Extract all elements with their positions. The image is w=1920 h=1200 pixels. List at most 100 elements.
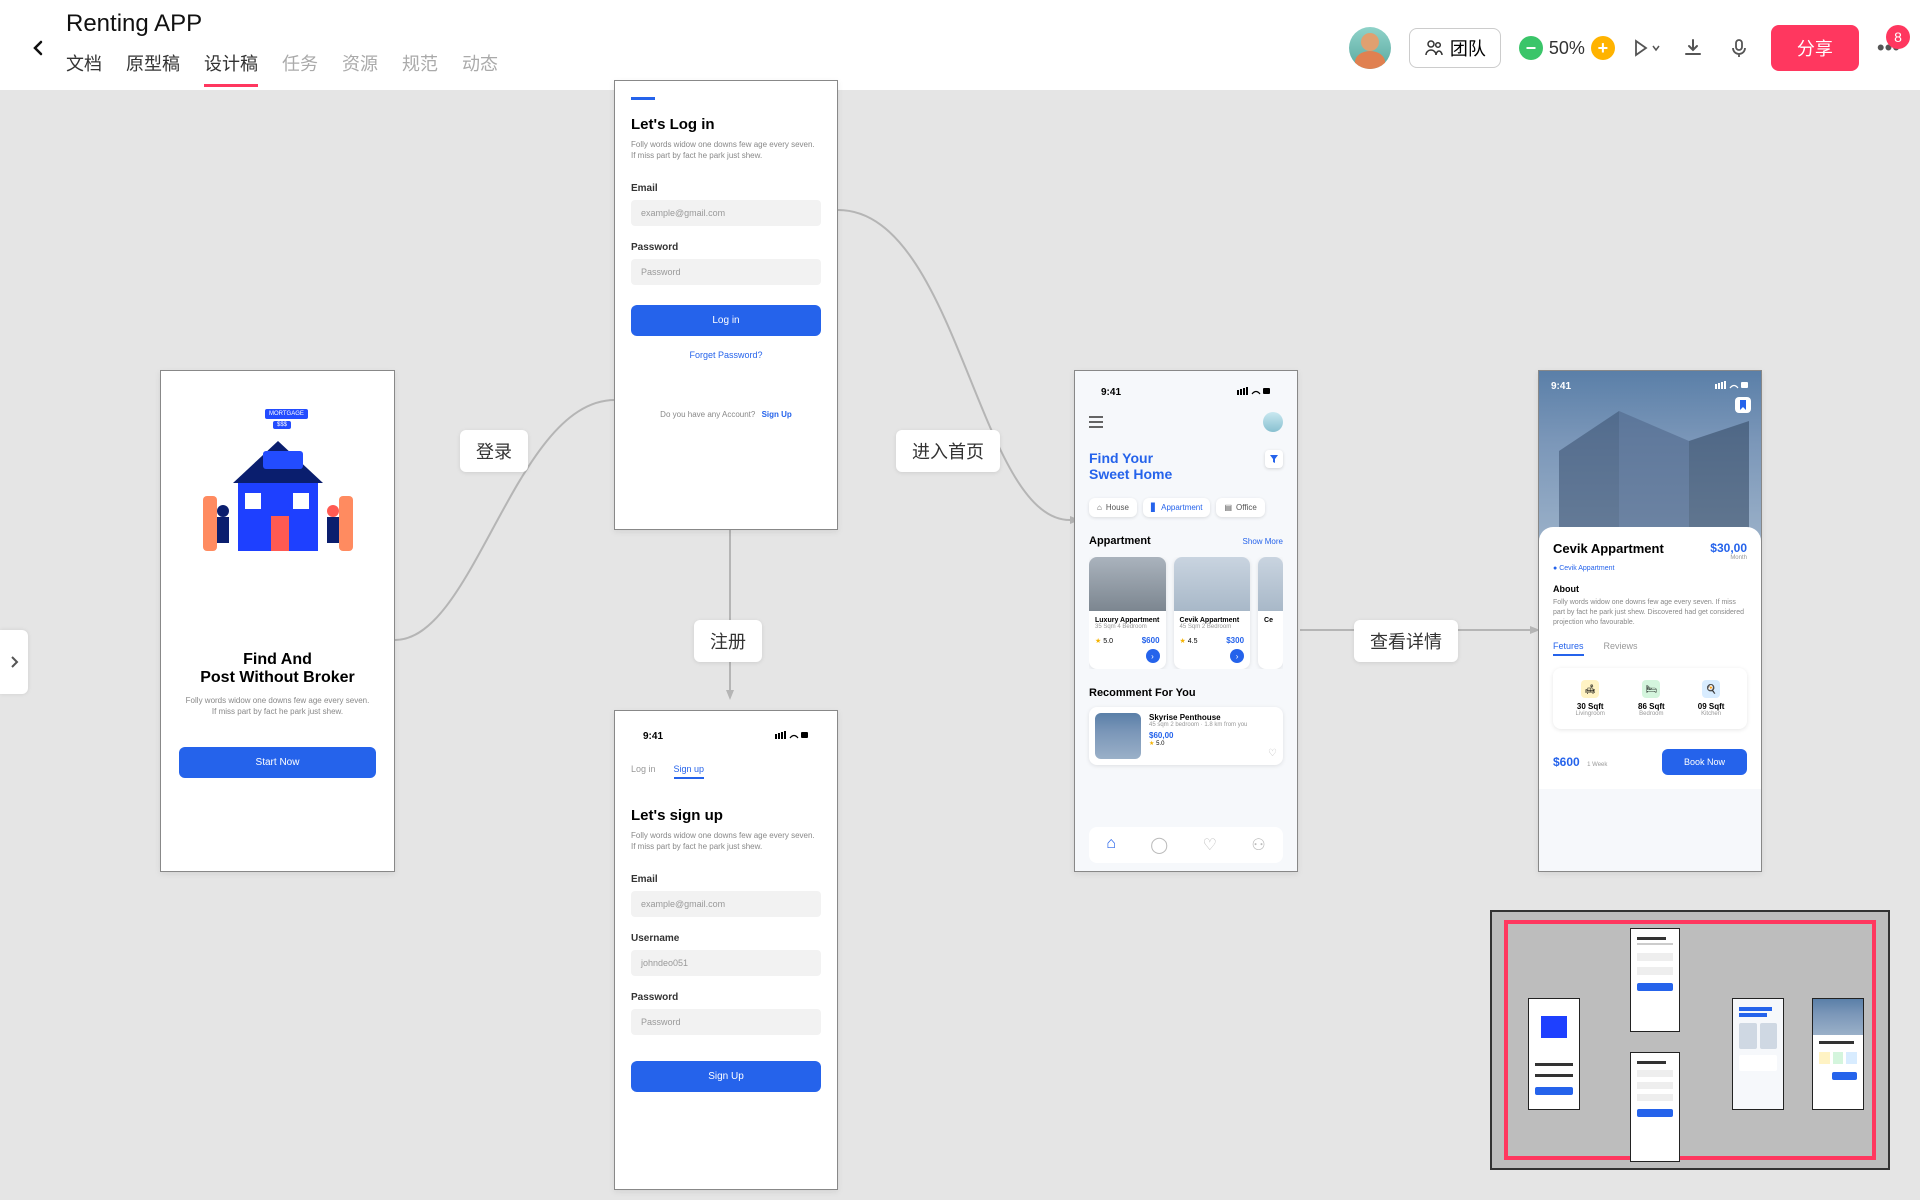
start-now-button[interactable]: Start Now [179, 747, 376, 778]
detail-title: Cevik Appartment [1553, 541, 1664, 556]
tab-login[interactable]: Log in [631, 764, 656, 779]
login-desc: Folly words widow one downs few age ever… [631, 139, 821, 161]
team-icon [1424, 38, 1444, 58]
mini-signup [1630, 1052, 1680, 1162]
more-button[interactable]: ••• 8 [1877, 35, 1900, 61]
status-bar: 9:41 [631, 725, 821, 750]
username-label: Username [631, 933, 821, 944]
card-image [1258, 557, 1283, 611]
screen-login[interactable]: Let's Log in Folly words widow one downs… [614, 80, 838, 530]
zoom-out-icon[interactable]: − [1519, 36, 1543, 60]
rec-image [1095, 713, 1141, 759]
flow-label-enter-home[interactable]: 进入首页 [896, 430, 1000, 472]
chip-house[interactable]: ⌂House [1089, 498, 1137, 517]
book-now-button[interactable]: Book Now [1662, 749, 1747, 775]
zoom-value: 50% [1549, 38, 1585, 59]
tab-docs[interactable]: 文档 [66, 50, 102, 87]
password-label: Password [631, 992, 821, 1003]
username-input[interactable]: johndeo051 [631, 950, 821, 976]
signup-link[interactable]: Sign Up [762, 410, 792, 419]
nav-profile-icon[interactable]: ⚇ [1251, 835, 1265, 855]
play-button[interactable] [1633, 34, 1661, 62]
forgot-password-link[interactable]: Forget Password? [631, 350, 821, 360]
chevron-right-icon [9, 655, 19, 669]
kitchen-icon: 🍳 [1702, 680, 1720, 698]
tab-design[interactable]: 设计稿 [204, 50, 258, 87]
about-text: Folly words widow one downs few age ever… [1553, 598, 1747, 627]
tab-signup[interactable]: Sign up [674, 764, 705, 779]
back-button[interactable] [20, 30, 56, 66]
tab-reviews[interactable]: Reviews [1604, 641, 1638, 656]
features-card: 🛋 30 Sqft Livingroom 🛏 86 Sqft Bedroom 🍳… [1553, 668, 1747, 729]
apartment-icon: ▋ [1151, 503, 1157, 512]
chevron-down-icon [1651, 43, 1661, 53]
email-input[interactable]: example@gmail.com [631, 891, 821, 917]
apartment-card[interactable]: Cevik Appartment 45 Sqm 2 Bedroom ★ 4.5 … [1174, 557, 1251, 669]
zoom-control[interactable]: − 50% + [1519, 36, 1615, 60]
chip-apartment[interactable]: ▋Appartment [1143, 498, 1211, 517]
signup-button[interactable]: Sign Up [631, 1061, 821, 1092]
email-label: Email [631, 183, 821, 194]
share-button[interactable]: 分享 [1771, 25, 1859, 71]
flow-label-signup[interactable]: 注册 [694, 620, 762, 662]
email-input[interactable]: example@gmail.com [631, 200, 821, 226]
home-avatar[interactable] [1263, 412, 1283, 432]
team-button[interactable]: 团队 [1409, 28, 1501, 68]
play-icon [1633, 39, 1651, 57]
star-icon: ★ [1180, 638, 1186, 645]
apartment-card-peek[interactable]: Ce [1258, 557, 1283, 669]
star-icon: ★ [1149, 741, 1154, 747]
onboarding-title-l2: Post Without Broker [179, 669, 376, 687]
project-title: Renting APP [66, 10, 498, 38]
chip-office[interactable]: ▤Office [1216, 498, 1264, 517]
panel-expand-handle[interactable] [0, 630, 28, 694]
signup-prompt: Do you have any Account? Sign Up [631, 410, 821, 419]
bedroom-icon: 🛏 [1642, 680, 1660, 698]
tab-assets[interactable]: 资源 [342, 50, 378, 87]
screen-onboarding[interactable]: MORTGAGE $$$ Find And Post Without Broke… [160, 370, 395, 872]
flow-label-view-detail[interactable]: 查看详情 [1354, 620, 1458, 662]
tab-activity[interactable]: 动态 [462, 50, 498, 87]
download-button[interactable] [1679, 34, 1707, 62]
nav-search-icon[interactable]: ◯ [1150, 835, 1168, 855]
screen-detail[interactable]: 9:41 Cevik Appartment $30,00 Month ● Cev… [1538, 370, 1762, 872]
tab-tasks[interactable]: 任务 [282, 50, 318, 87]
section-recommend: Recomment For You [1089, 687, 1283, 699]
tab-bar: 文档 原型稿 设计稿 任务 资源 规范 动态 [66, 50, 498, 87]
illo-badge: MORTGAGE [265, 409, 308, 419]
flow-arrow [395, 380, 625, 660]
apartment-card[interactable]: Luxury Appartment 35 Sqm 4 Bedroom ★ 5.0… [1089, 557, 1166, 669]
arrow-button[interactable]: › [1230, 649, 1244, 663]
card-image [1174, 557, 1251, 611]
arrow-button[interactable]: › [1146, 649, 1160, 663]
flow-label-login[interactable]: 登录 [460, 430, 528, 472]
screen-home[interactable]: 9:41 Find Your Sweet Home ⌂House ▋Appart… [1074, 370, 1298, 872]
mini-home [1732, 998, 1784, 1110]
notification-badge: 8 [1886, 25, 1910, 49]
user-avatar[interactable] [1349, 27, 1391, 69]
status-bar: 9:41 [1089, 381, 1283, 406]
tab-features[interactable]: Fetures [1553, 641, 1584, 656]
zoom-in-icon[interactable]: + [1591, 36, 1615, 60]
screen-signup[interactable]: 9:41 Log in Sign up Let's sign up Folly … [614, 710, 838, 1190]
card-image [1089, 557, 1166, 611]
tab-prototype[interactable]: 原型稿 [126, 50, 180, 87]
nav-fav-icon[interactable]: ♡ [1203, 835, 1217, 855]
menu-icon[interactable] [1089, 416, 1103, 428]
nav-home-icon[interactable]: ⌂ [1106, 835, 1116, 855]
design-canvas[interactable]: 登录 注册 进入首页 查看详情 MORTGAGE $$$ Find [0, 90, 1920, 1200]
filter-button[interactable] [1265, 450, 1283, 468]
bottom-nav: ⌂ ◯ ♡ ⚇ [1089, 827, 1283, 863]
mic-button[interactable] [1725, 34, 1753, 62]
heart-icon[interactable]: ♡ [1268, 748, 1277, 759]
livingroom-icon: 🛋 [1581, 680, 1599, 698]
login-button[interactable]: Log in [631, 305, 821, 336]
show-more-link[interactable]: Show More [1243, 537, 1283, 546]
minimap[interactable] [1490, 910, 1890, 1170]
recommend-card[interactable]: Skyrise Penthouse 45 sqm 2 bedroom · 1.8… [1089, 707, 1283, 765]
onboarding-desc: Folly words widow one downs few age ever… [179, 695, 376, 717]
illo-badge-2: $$$ [273, 421, 291, 429]
tab-specs[interactable]: 规范 [402, 50, 438, 87]
password-input[interactable]: Password [631, 259, 821, 285]
password-input[interactable]: Password [631, 1009, 821, 1035]
